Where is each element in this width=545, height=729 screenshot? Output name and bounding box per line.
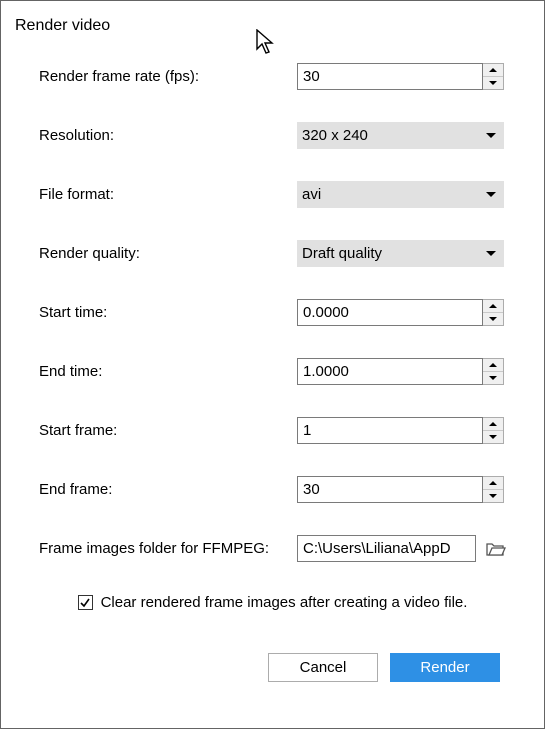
chevron-up-icon <box>489 363 497 367</box>
row-frame-rate: Render frame rate (fps): 30 <box>39 63 506 90</box>
chevron-down-icon <box>486 192 496 197</box>
end-time-up[interactable] <box>483 359 503 372</box>
row-ffmpeg-folder: Frame images folder for FFMPEG: C:\Users… <box>39 535 506 562</box>
row-file-format: File format: avi <box>39 181 506 208</box>
resolution-select[interactable]: 320 x 240 <box>297 122 504 149</box>
start-frame-down[interactable] <box>483 431 503 443</box>
start-time-value[interactable]: 0.0000 <box>297 299 483 326</box>
chevron-down-icon <box>489 81 497 85</box>
end-time-value[interactable]: 1.0000 <box>297 358 483 385</box>
label-resolution: Resolution: <box>39 127 297 144</box>
render-quality-select[interactable]: Draft quality <box>297 240 504 267</box>
dialog-title: Render video <box>1 1 544 35</box>
clear-frames-label: Clear rendered frame images after creati… <box>101 594 468 611</box>
render-quality-value: Draft quality <box>302 245 486 262</box>
file-format-select[interactable]: avi <box>297 181 504 208</box>
end-frame-stepper[interactable]: 30 <box>297 476 504 503</box>
start-time-up[interactable] <box>483 300 503 313</box>
chevron-down-icon <box>489 435 497 439</box>
chevron-up-icon <box>489 304 497 308</box>
label-end-time: End time: <box>39 363 297 380</box>
chevron-down-icon <box>489 376 497 380</box>
label-end-frame: End frame: <box>39 481 297 498</box>
cancel-button[interactable]: Cancel <box>268 653 378 682</box>
row-render-quality: Render quality: Draft quality <box>39 240 506 267</box>
form: Render frame rate (fps): 30 Resolution: … <box>1 35 544 682</box>
end-time-stepper[interactable]: 1.0000 <box>297 358 504 385</box>
ffmpeg-folder-input[interactable]: C:\Users\Liliana\AppD <box>297 535 476 562</box>
render-button[interactable]: Render <box>390 653 500 682</box>
row-end-time: End time: 1.0000 <box>39 358 506 385</box>
file-format-value: avi <box>302 186 486 203</box>
chevron-down-icon <box>489 494 497 498</box>
row-start-time: Start time: 0.0000 <box>39 299 506 326</box>
end-frame-value[interactable]: 30 <box>297 476 483 503</box>
chevron-down-icon <box>489 317 497 321</box>
chevron-up-icon <box>489 68 497 72</box>
frame-rate-value[interactable]: 30 <box>297 63 483 90</box>
clear-frames-row: Clear rendered frame images after creati… <box>39 594 506 611</box>
end-frame-up[interactable] <box>483 477 503 490</box>
clear-frames-checkbox[interactable] <box>78 595 93 610</box>
frame-rate-up[interactable] <box>483 64 503 77</box>
chevron-up-icon <box>489 422 497 426</box>
end-frame-spinner <box>483 476 504 503</box>
start-frame-spinner <box>483 417 504 444</box>
check-icon <box>80 598 90 608</box>
label-render-quality: Render quality: <box>39 245 297 262</box>
end-frame-down[interactable] <box>483 490 503 502</box>
label-frame-rate: Render frame rate (fps): <box>39 68 297 85</box>
label-start-frame: Start frame: <box>39 422 297 439</box>
label-file-format: File format: <box>39 186 297 203</box>
start-frame-up[interactable] <box>483 418 503 431</box>
label-start-time: Start time: <box>39 304 297 321</box>
render-video-dialog: Render video Render frame rate (fps): 30… <box>0 0 545 729</box>
start-time-stepper[interactable]: 0.0000 <box>297 299 504 326</box>
frame-rate-spinner <box>483 63 504 90</box>
folder-icon[interactable] <box>486 541 506 557</box>
start-time-spinner <box>483 299 504 326</box>
chevron-down-icon <box>486 251 496 256</box>
end-time-spinner <box>483 358 504 385</box>
chevron-down-icon <box>486 133 496 138</box>
end-time-down[interactable] <box>483 372 503 384</box>
row-end-frame: End frame: 30 <box>39 476 506 503</box>
start-time-down[interactable] <box>483 313 503 325</box>
chevron-up-icon <box>489 481 497 485</box>
button-row: Cancel Render <box>39 653 506 682</box>
start-frame-value[interactable]: 1 <box>297 417 483 444</box>
resolution-value: 320 x 240 <box>302 127 486 144</box>
frame-rate-stepper[interactable]: 30 <box>297 63 504 90</box>
frame-rate-down[interactable] <box>483 77 503 89</box>
start-frame-stepper[interactable]: 1 <box>297 417 504 444</box>
label-ffmpeg-folder: Frame images folder for FFMPEG: <box>39 540 297 557</box>
row-resolution: Resolution: 320 x 240 <box>39 122 506 149</box>
row-start-frame: Start frame: 1 <box>39 417 506 444</box>
